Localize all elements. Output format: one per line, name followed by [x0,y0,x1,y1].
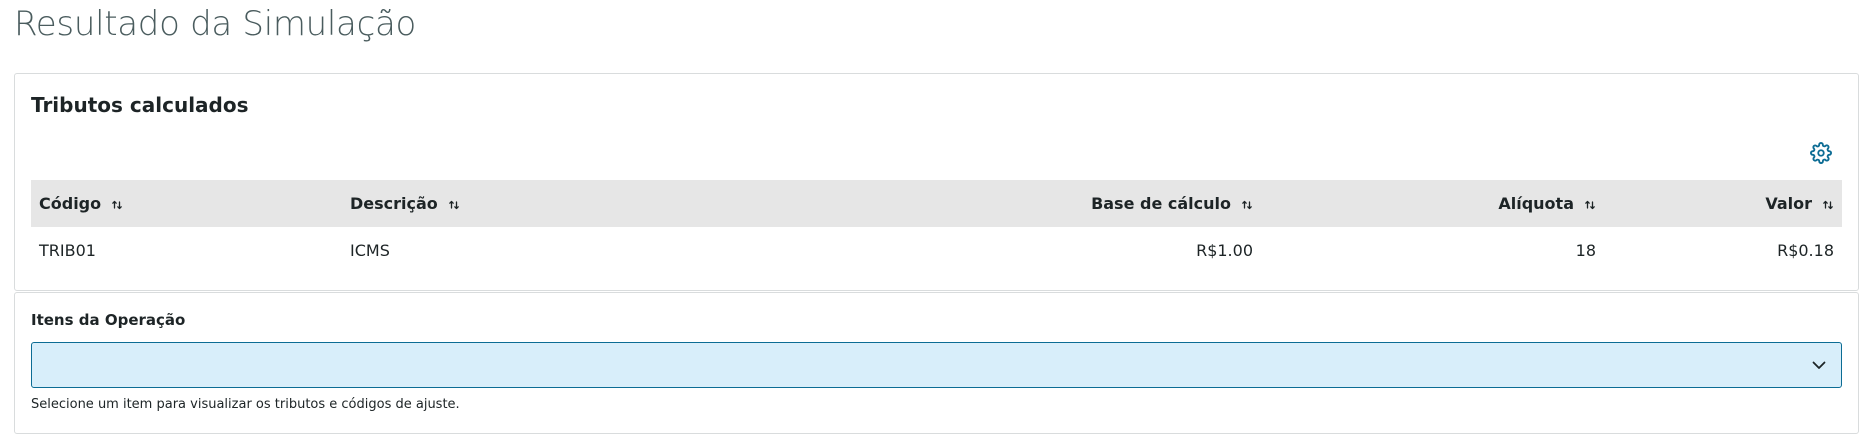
sort-arrows-icon[interactable] [111,199,123,211]
itens-card: Itens da Operação Selecione um item para… [14,292,1859,434]
itens-select[interactable] [31,342,1842,388]
column-header-valor[interactable]: Valor [1604,180,1842,227]
column-header-descricao[interactable]: Descrição [342,180,767,227]
column-header-codigo[interactable]: Código [31,180,342,227]
cell-aliquota: 18 [1575,241,1596,260]
itens-help-text: Selecione um item para visualizar os tri… [31,397,460,412]
itens-label: Itens da Operação [31,311,186,329]
sort-arrows-icon[interactable] [1241,199,1253,211]
sort-arrows-icon[interactable] [448,199,460,211]
cell-descricao: ICMS [350,241,390,260]
tributos-heading: Tributos calculados [31,93,249,117]
table-row[interactable]: TRIB01 ICMS R$1.00 18 R$0.18 [31,227,1842,274]
cell-base-calculo: R$1.00 [1196,241,1253,260]
column-header-label: Código [39,194,102,213]
column-header-label: Descrição [350,194,438,213]
column-header-aliquota[interactable]: Alíquota [1261,180,1604,227]
tributos-table: Código Descrição Base de cálculo Alíquot… [31,180,1842,274]
tributos-card: Tributos calculados Código Descrição Bas… [14,73,1859,291]
gear-icon [1810,142,1832,164]
column-header-label: Valor [1765,194,1812,213]
sort-arrows-icon[interactable] [1584,199,1596,211]
sort-arrows-icon[interactable] [1822,199,1834,211]
chevron-down-icon[interactable] [1809,355,1829,375]
page-title: Resultado da Simulação [14,4,417,44]
table-header-row: Código Descrição Base de cálculo Alíquot… [31,180,1842,227]
column-header-label: Base de cálculo [1091,194,1231,213]
table-settings-button[interactable] [1806,138,1836,168]
cell-valor: R$0.18 [1777,241,1834,260]
column-header-base-calculo[interactable]: Base de cálculo [767,180,1261,227]
cell-codigo: TRIB01 [39,241,96,260]
column-header-label: Alíquota [1498,194,1574,213]
page: Resultado da Simulação Tributos calculad… [0,0,1866,439]
